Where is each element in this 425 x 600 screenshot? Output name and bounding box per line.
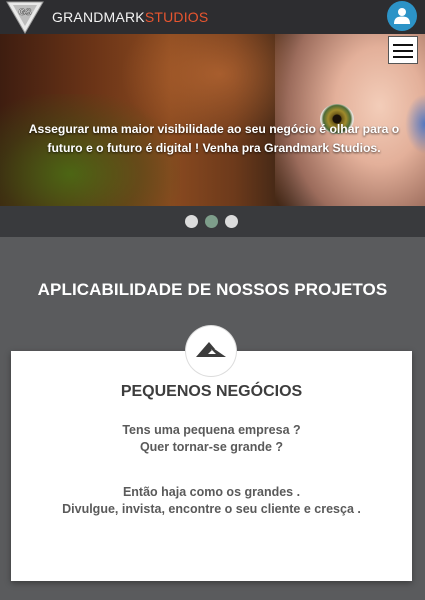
user-account-button[interactable]: [387, 1, 417, 31]
card-text-line: Então haja como os grandes .: [122, 485, 301, 499]
slider-dot-3[interactable]: [225, 215, 238, 228]
card-text-line: Divulgue, invista, encontre o seu client…: [62, 502, 361, 516]
section-title: APLICABILIDADE DE NOSSOS PROJETOS: [37, 280, 388, 299]
brand-primary: GRANDMARK: [52, 9, 145, 25]
card-title: PEQUENOS NEGÓCIOS: [120, 383, 303, 400]
hero-caption-line: futuro e o futuro é digital ! Venha pra …: [47, 141, 381, 155]
hero-banner: Assegurar uma maior visibilidade ao seu …: [0, 34, 425, 206]
feature-card: PEQUENOS NEGÓCIOS Tens uma pequena empre…: [11, 351, 412, 581]
mountain-icon: [196, 342, 226, 357]
hero-caption-line: Assegurar uma maior visibilidade ao seu …: [28, 122, 400, 136]
card-text-line: Tens uma pequena empresa ?: [122, 423, 301, 437]
slider-dot-1[interactable]: [185, 215, 198, 228]
card-text-line: Quer tornar-se grande ?: [139, 440, 284, 454]
slider-dot-2-active[interactable]: [205, 215, 218, 228]
hamburger-menu-icon: [393, 44, 413, 46]
hamburger-menu-button[interactable]: [388, 36, 418, 64]
top-header: GS GRANDMARKSTUDIOS: [0, 0, 425, 34]
user-icon: [394, 8, 410, 24]
slider-pagination: [0, 206, 425, 237]
card-icon-badge: [186, 326, 236, 376]
brand-name[interactable]: GRANDMARKSTUDIOS: [52, 9, 208, 25]
hamburger-menu-icon: [393, 50, 413, 52]
svg-text:GS: GS: [18, 7, 31, 17]
logo-icon[interactable]: GS: [4, 0, 46, 34]
hamburger-menu-icon: [393, 56, 413, 58]
hero-caption: Assegurar uma maior visibilidade ao seu …: [12, 120, 416, 158]
brand-accent: STUDIOS: [144, 9, 209, 25]
